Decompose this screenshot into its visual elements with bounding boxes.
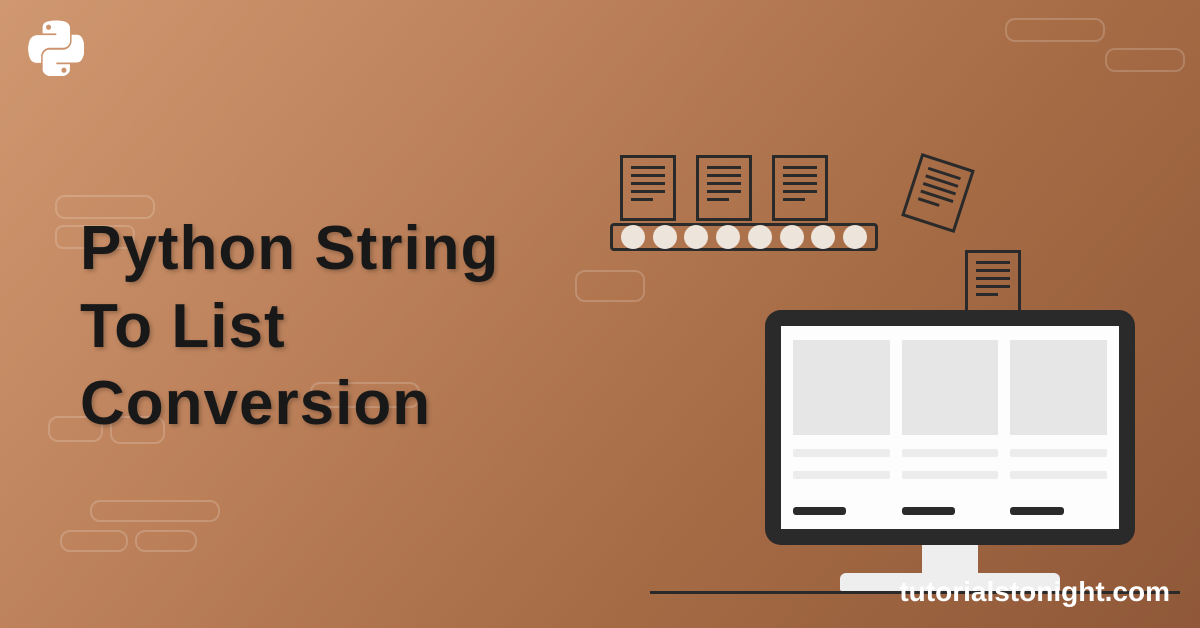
title-line-3: Conversion — [80, 365, 499, 443]
deco-box — [60, 530, 128, 552]
monitor-neck — [922, 545, 978, 573]
ui-card — [1010, 340, 1107, 515]
conveyor-illustration — [610, 155, 910, 251]
document-icon — [965, 250, 1021, 316]
python-logo-icon — [28, 20, 84, 76]
computer-illustration — [760, 310, 1140, 591]
screen — [781, 326, 1119, 529]
deco-box — [1105, 48, 1185, 72]
title-line-1: Python String — [80, 210, 499, 288]
document-icon — [696, 155, 752, 221]
deco-box — [90, 500, 220, 522]
document-icon — [772, 155, 828, 221]
title-line-2: To List — [80, 288, 499, 366]
monitor-icon — [765, 310, 1135, 545]
deco-box — [135, 530, 197, 552]
deco-box — [1005, 18, 1105, 42]
page-title: Python String To List Conversion — [80, 210, 499, 443]
conveyor-belt-icon — [610, 223, 878, 251]
document-icon — [901, 153, 975, 233]
document-icon — [620, 155, 676, 221]
website-label: tutorialstonight.com — [899, 576, 1170, 608]
ui-card — [793, 340, 890, 515]
ui-card — [902, 340, 999, 515]
deco-box — [575, 270, 645, 302]
